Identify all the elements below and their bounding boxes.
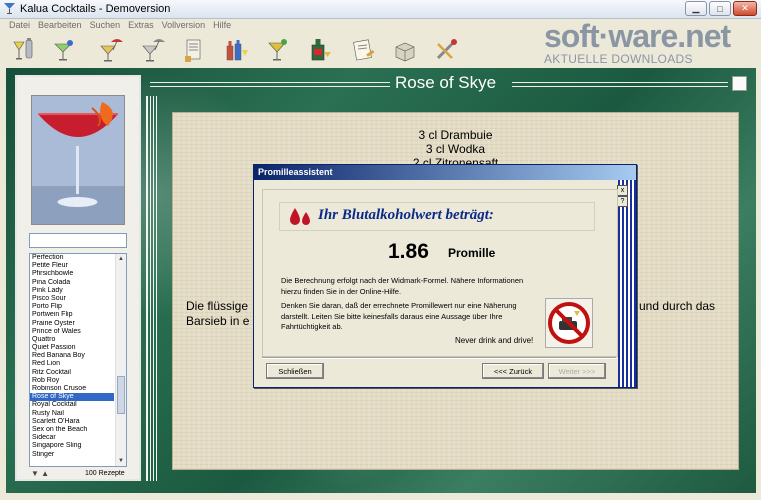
list-item[interactable]: Prince of Wales: [30, 328, 114, 336]
list-item[interactable]: Pisco Sour: [30, 295, 114, 303]
liqueur-bottle-icon[interactable]: [306, 36, 334, 64]
panel-corner-box[interactable]: [732, 76, 747, 91]
instructions-right: und durch das: [639, 299, 716, 313]
list-item[interactable]: Quattro: [30, 336, 114, 344]
back-button[interactable]: <<< Zurück: [482, 363, 544, 379]
title-decoration-right: [512, 82, 728, 87]
list-item[interactable]: Porto Flip: [30, 303, 114, 311]
minimize-button[interactable]: ▁: [685, 1, 707, 16]
list-item[interactable]: Portwein Flip: [30, 311, 114, 319]
list-item[interactable]: Ritz Cocktail: [30, 369, 114, 377]
dialog-body: Ihr Blutalkoholwert beträgt: 1.86 Promil…: [262, 189, 618, 357]
open-box-icon[interactable]: [391, 36, 419, 64]
menu-bearbeiten[interactable]: Bearbeiten: [34, 18, 86, 33]
list-item[interactable]: Prairie Oyster: [30, 320, 114, 328]
search-input[interactable]: [29, 233, 127, 248]
result-banner: Ihr Blutalkoholwert beträgt:: [279, 202, 595, 231]
list-scrollbar[interactable]: ▲ ▼: [115, 254, 126, 466]
window-title: Kalua Cocktails - Demoversion: [20, 3, 171, 15]
ingredient-line: 3 cl Wodka: [425, 142, 486, 156]
scroll-up-arrow-icon[interactable]: ▲: [117, 255, 125, 263]
banner-text: Ihr Blutalkoholwert beträgt:: [318, 207, 494, 223]
dialog-decoration-stripes: [618, 180, 636, 387]
software-net-logo: soft·ware.net AKTUELLE DOWNLOADS: [541, 18, 757, 66]
toolbar: [0, 34, 540, 66]
list-nav-arrows: ▼ ▲: [31, 469, 49, 478]
logo-text: soft·ware.net: [544, 18, 731, 54]
logo-subtitle: AKTUELLE DOWNLOADS: [544, 52, 693, 66]
cocktail-shaker-icon[interactable]: [10, 36, 38, 64]
never-drink-slogan: Never drink and drive!: [455, 336, 534, 345]
menu-datei[interactable]: Datei: [5, 18, 34, 33]
no-drink-and-drive-icon: [545, 298, 593, 348]
menu-vollversion[interactable]: Vollversion: [158, 18, 210, 33]
info-paragraph-disclaimer: Denken Sie daran, daß der errechnete Pro…: [281, 301, 517, 331]
cocktail-image: [32, 96, 124, 224]
list-item[interactable]: Rob Roy: [30, 377, 114, 385]
list-item[interactable]: Petite Fleur: [30, 262, 114, 270]
list-item[interactable]: Singapore Sling: [30, 442, 114, 450]
bottles-icon[interactable]: [222, 36, 250, 64]
list-item[interactable]: Sidecar: [30, 434, 114, 442]
close-button[interactable]: ✕: [733, 1, 757, 16]
scrollbar-thumb[interactable]: [117, 376, 125, 414]
list-item[interactable]: Perfection: [30, 254, 114, 262]
martini-glass-icon[interactable]: [50, 36, 78, 64]
recipe-book-icon[interactable]: [180, 36, 208, 64]
blood-drops-icon: [290, 208, 310, 225]
decorative-stripes: [146, 96, 157, 481]
cocktail-umbrella-icon[interactable]: [97, 36, 125, 64]
next-button[interactable]: Weiter >>>: [548, 363, 606, 379]
notepad-icon[interactable]: [349, 36, 377, 64]
cocktail-list[interactable]: Perfection Petite Fleur Pfirsichbowle Pi…: [29, 253, 127, 467]
list-item-selected[interactable]: Rose of Skye: [30, 393, 114, 402]
list-item[interactable]: Robinson Crusoe: [30, 385, 114, 393]
list-item[interactable]: Pfirsichbowle: [30, 270, 114, 278]
previous-arrow-icon[interactable]: ▲: [41, 469, 49, 478]
window-titlebar: Kalua Cocktails - Demoversion ▁ □ ✕: [0, 0, 761, 19]
next-arrow-icon[interactable]: ▼: [31, 469, 39, 478]
list-item[interactable]: Royal Cocktail: [30, 401, 114, 409]
dialog-close-icon[interactable]: x: [617, 185, 628, 196]
info-paragraph-formula: Die Berechnung erfolgt nach der Widmark-…: [281, 276, 524, 296]
info-text: Die Berechnung erfolgt nach der Widmark-…: [281, 276, 526, 337]
promille-value: 1.86: [388, 240, 429, 263]
list-item[interactable]: Sex on the Beach: [30, 426, 114, 434]
list-item[interactable]: Rusty Nail: [30, 410, 114, 418]
title-decoration-left: [150, 82, 390, 87]
close-dialog-button[interactable]: Schließen: [266, 363, 324, 379]
list-item[interactable]: Quiet Passion: [30, 344, 114, 352]
list-item[interactable]: Red Banana Boy: [30, 352, 114, 360]
tools-icon[interactable]: [432, 36, 460, 64]
cocktail-umbrella-grey-icon[interactable]: [139, 36, 167, 64]
menu-bar: Datei Bearbeiten Suchen Extras Vollversi…: [0, 18, 540, 33]
list-item[interactable]: Stinger: [30, 451, 114, 459]
cocktail-photo: [31, 95, 125, 225]
cocktail-title: Rose of Skye: [395, 73, 497, 92]
promille-unit: Promille: [448, 246, 496, 260]
menu-extras[interactable]: Extras: [124, 18, 158, 33]
list-item[interactable]: Scarlett O'Hara: [30, 418, 114, 426]
list-item[interactable]: Red Lion: [30, 360, 114, 368]
cocktail-glass-icon[interactable]: [264, 36, 292, 64]
list-item[interactable]: Pink Lady: [30, 287, 114, 295]
scroll-down-arrow-icon[interactable]: ▼: [117, 457, 125, 465]
list-item[interactable]: Pina Colada: [30, 279, 114, 287]
ingredient-line: 3 cl Drambuie: [418, 128, 493, 142]
app-cocktail-icon: [4, 3, 15, 14]
dialog-divider: [262, 357, 616, 359]
recipe-count: 100 Rezepte: [85, 470, 125, 477]
maximize-button[interactable]: □: [709, 1, 731, 16]
menu-hilfe[interactable]: Hilfe: [209, 18, 235, 33]
dialog-help-icon[interactable]: ?: [617, 196, 628, 207]
cocktail-sidebar: Perfection Petite Fleur Pfirsichbowle Pi…: [15, 75, 141, 481]
dialog-title: Promilleassistent: [254, 165, 636, 180]
promille-dialog: Promilleassistent x ? Ihr Blutalkoholwer…: [253, 164, 637, 388]
menu-suchen[interactable]: Suchen: [86, 18, 125, 33]
